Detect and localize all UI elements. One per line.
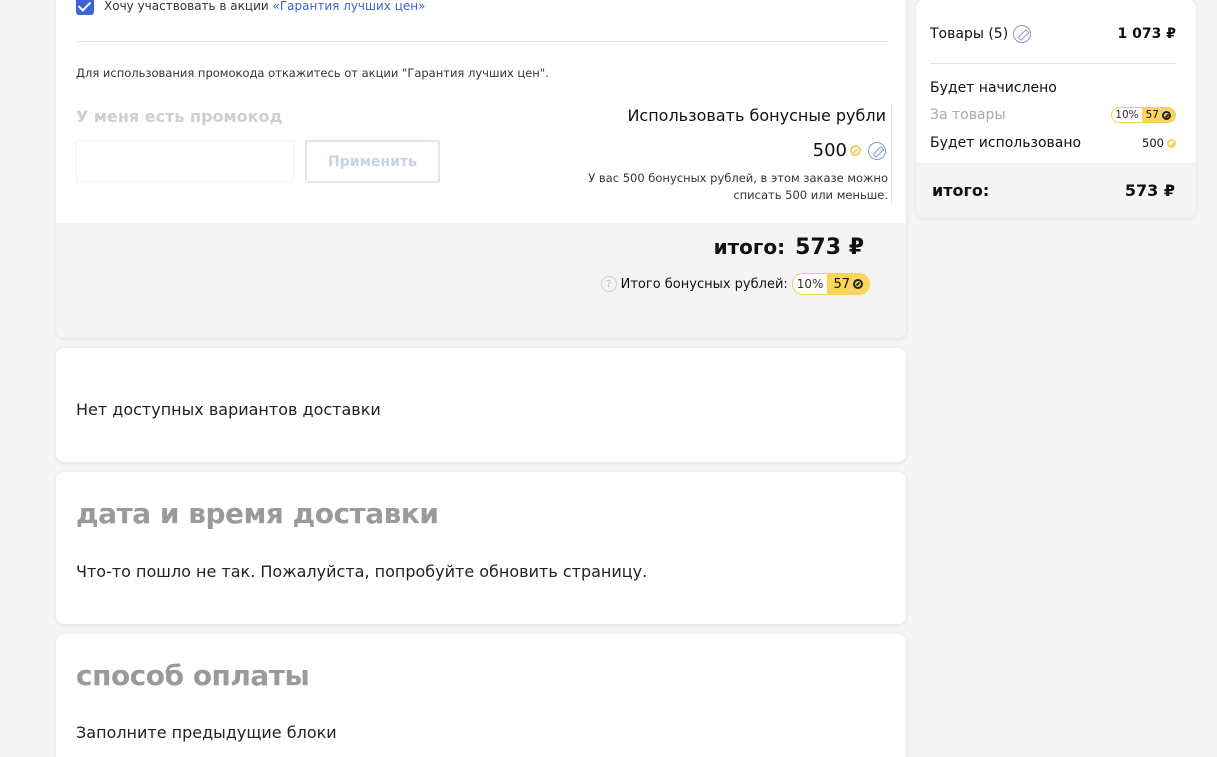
summary-goods-price: 1 073 ₽ <box>1117 26 1176 42</box>
order-total: итого: 573 ₽ <box>714 235 864 260</box>
bonus-coin-icon <box>850 145 861 156</box>
delivery-date-message: Что-то пошло не так. Пожалуйста, попробу… <box>76 562 648 581</box>
delivery-date-title: дата и время доставки <box>76 497 439 530</box>
summary-bonus-value: 57 <box>1145 109 1159 121</box>
summary-goods-left: Товары (5) <box>930 25 1032 43</box>
promo-code-title: У меня есть промокод <box>76 107 283 126</box>
apply-promo-button[interactable]: Применить <box>305 140 440 183</box>
bonus-badge: 10% 57 <box>791 273 870 295</box>
summary-used-row: Будет использовано 500 <box>930 135 1176 151</box>
summary-coin-icon <box>1162 110 1171 120</box>
summary-for-goods-row: За товары 10% 57 <box>930 107 1176 123</box>
promo-code-input[interactable] <box>76 140 294 182</box>
bonus-divider <box>891 105 892 205</box>
payment-message: Заполните предыдущие блоки <box>76 723 337 742</box>
summary-accrue-label: Будет начислено <box>930 80 1057 96</box>
summary-goods-row: Товары (5) 1 073 ₽ <box>930 25 1176 43</box>
summary-goods-label: Товары (5) <box>930 26 1009 42</box>
summary-used-label: Будет использовано <box>930 135 1082 151</box>
promo-section: Хочу участвовать в акции «Гарантия лучши… <box>56 0 906 223</box>
best-price-checkbox-label[interactable]: Хочу участвовать в акции «Гарантия лучши… <box>104 0 425 13</box>
payment-title: способ оплаты <box>76 659 310 692</box>
best-price-link[interactable]: «Гарантия лучших цен» <box>273 0 426 13</box>
divider <box>76 41 888 42</box>
order-total-label: итого: <box>713 235 786 259</box>
bonus-amount: 500 <box>812 140 847 161</box>
bonus-value-wrap: 57 <box>827 274 869 294</box>
bonus-desc-line2: списать 500 или меньше. <box>733 188 888 202</box>
bonus-amount-row: 500 <box>813 140 886 161</box>
bonus-coin-icon <box>853 279 863 289</box>
summary-total-label: итого: <box>932 181 990 200</box>
summary-used-coin-icon <box>1167 138 1176 148</box>
order-total-value: 573 ₽ <box>795 235 864 260</box>
checkbox-text: Хочу участвовать в акции <box>104 0 273 13</box>
summary-bonus-value-wrap: 57 <box>1141 108 1175 122</box>
bonus-desc-line1: У вас 500 бонусных рублей, в этом заказе… <box>588 171 888 185</box>
summary-used-value: 500 <box>1142 136 1164 150</box>
summary-total-row: итого: 573 ₽ <box>932 181 1175 200</box>
bonus-rubles-title: Использовать бонусные рубли <box>627 106 886 125</box>
bonus-total-row: ? Итого бонусных рублей: 10% 57 <box>600 273 870 295</box>
delivery-card: Нет доступных вариантов доставки <box>56 348 906 462</box>
summary-bonus-pct: 10% <box>1112 108 1142 122</box>
summary-accrue-row: Будет начислено <box>930 80 1176 96</box>
best-price-checkbox[interactable] <box>76 0 94 15</box>
summary-total-value: 573 ₽ <box>1124 181 1175 200</box>
bonus-value: 57 <box>833 276 850 292</box>
edit-goods-icon[interactable] <box>1013 25 1032 43</box>
summary-divider <box>930 63 1176 64</box>
summary-bonus-badge: 10% 57 <box>1111 107 1176 123</box>
bonus-description: У вас 500 бонусных рублей, в этом заказе… <box>548 170 888 204</box>
bonus-total-label: Итого бонусных рублей: <box>620 276 788 292</box>
delivery-message: Нет доступных вариантов доставки <box>76 400 381 419</box>
edit-bonus-icon[interactable] <box>868 141 886 160</box>
order-summary: Товары (5) 1 073 ₽ Будет начислено За то… <box>916 0 1196 218</box>
delivery-date-card: дата и время доставки Что-то пошло не та… <box>56 472 906 624</box>
summary-for-goods-label: За товары <box>930 107 1006 123</box>
promo-note: Для использования промокода откажитесь о… <box>76 66 549 80</box>
bonus-pct: 10% <box>792 274 828 294</box>
payment-card: способ оплаты Заполните предыдущие блоки <box>56 634 906 757</box>
help-icon[interactable]: ? <box>600 276 617 292</box>
promo-card: Хочу участвовать в акции «Гарантия лучши… <box>56 0 906 338</box>
summary-used-value-wrap: 500 <box>1142 136 1176 150</box>
